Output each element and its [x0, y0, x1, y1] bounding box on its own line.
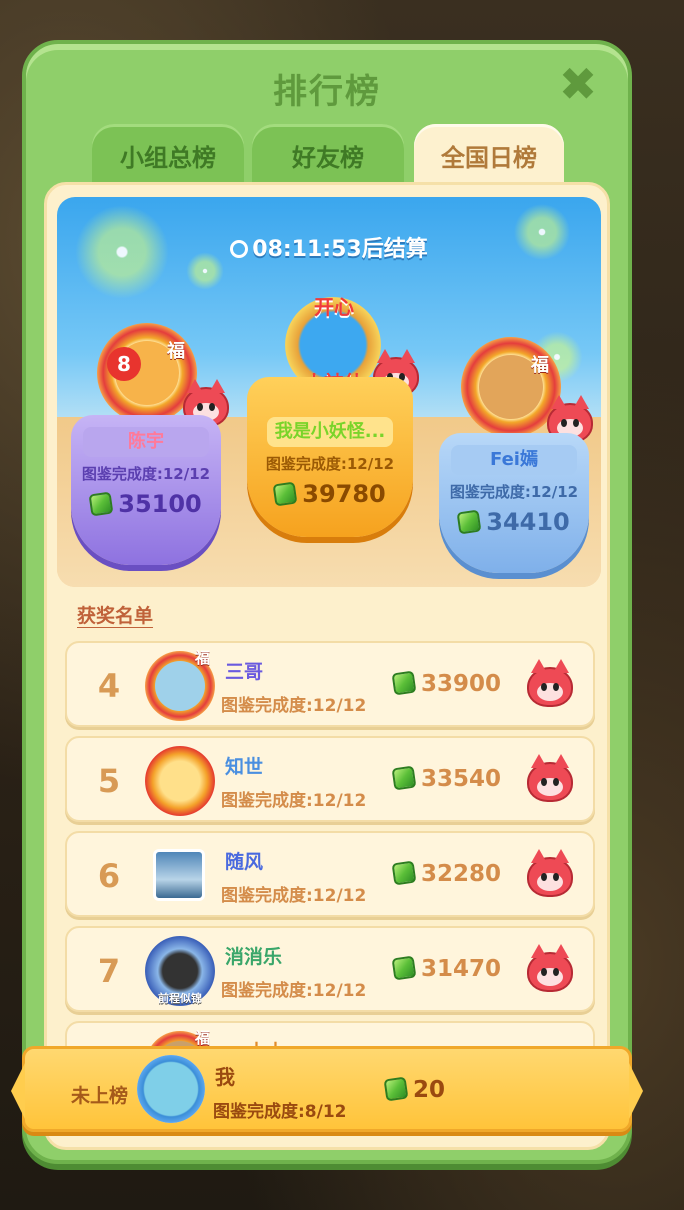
gem-icon — [383, 1076, 409, 1102]
my-score: 20 — [383, 1076, 445, 1103]
my-rank-bar[interactable]: 未上榜 我 图鉴完成度:8/12 20 — [11, 1046, 643, 1132]
countdown-suffix: 后结算 — [361, 237, 428, 262]
list-item[interactable]: 5 知世 图鉴完成度:12/12 33540 — [65, 736, 595, 822]
leaderboard-content: 08:11:53后结算 8 福 开心 小神仙 福 陈宇 图鉴完成度:12/12 — [44, 182, 610, 1150]
podium-name: Fei嫣 — [451, 445, 577, 475]
my-completion: 图鉴完成度:8/12 — [213, 1102, 347, 1122]
top-three-stage: 08:11:53后结算 8 福 开心 小神仙 福 陈宇 图鉴完成度:12/12 — [57, 197, 601, 587]
podium-name: 陈宇 — [83, 427, 209, 457]
player-completion: 图鉴完成度:12/12 — [221, 696, 367, 716]
tab-friends[interactable]: 好友榜 — [252, 124, 404, 188]
clock-icon — [230, 240, 249, 258]
fu-label: 福 — [531, 355, 549, 376]
level-badge: 8 — [107, 347, 141, 381]
podium-name: 我是小妖怪... — [267, 417, 393, 447]
fox-icon[interactable] — [527, 849, 573, 897]
panel-title: 排行榜 — [273, 72, 381, 112]
my-name: 我 — [215, 1065, 235, 1089]
avatar[interactable] — [153, 849, 205, 901]
fox-icon[interactable] — [527, 754, 573, 802]
winners-list-title: 获奖名单 — [77, 605, 154, 627]
player-score: 33900 — [391, 670, 501, 697]
player-name: 三哥 — [225, 661, 264, 683]
player-name: 随风 — [225, 851, 264, 873]
podium-completion: 图鉴完成度:12/12 — [265, 455, 395, 473]
player-completion: 图鉴完成度:12/12 — [221, 886, 367, 906]
gem-icon — [391, 860, 417, 886]
rank-number: 4 — [97, 667, 121, 705]
fox-icon[interactable] — [527, 659, 573, 707]
gem-icon — [391, 765, 417, 791]
gem-icon — [391, 955, 417, 981]
fu-label: 福 — [195, 1029, 211, 1047]
badge-top-text: 开心 — [314, 295, 354, 319]
gem-icon — [391, 670, 417, 696]
leaderboard-panel: 排行榜 ✖ 小组总榜 好友榜 全国日榜 08:11:53后结算 8 福 开心 小… — [22, 40, 632, 1164]
gem-icon — [88, 491, 114, 517]
rank-number: 5 — [97, 762, 121, 800]
rank-number: 7 — [97, 952, 121, 990]
gem-icon — [456, 509, 482, 535]
rank-number: 6 — [97, 857, 121, 895]
countdown: 08:11:53后结算 — [57, 231, 601, 263]
podium-score: 34410 — [439, 508, 589, 536]
player-score: 33540 — [391, 765, 501, 792]
podium-completion: 图鉴完成度:12/12 — [81, 465, 211, 483]
avatar[interactable] — [145, 746, 215, 816]
tab-group-total[interactable]: 小组总榜 — [92, 124, 244, 188]
my-avatar[interactable] — [137, 1055, 205, 1123]
list-item[interactable]: 6 随风 图鉴完成度:12/12 32280 — [65, 831, 595, 917]
gem-icon — [272, 481, 298, 507]
player-completion: 图鉴完成度:12/12 — [221, 791, 367, 811]
countdown-time: 08:11:53 — [252, 237, 362, 262]
fu-label: 福 — [195, 649, 211, 667]
podium-rank-3: Fei嫣 图鉴完成度:12/12 34410 — [439, 433, 589, 573]
my-rank-status: 未上榜 — [71, 1085, 129, 1107]
list-item[interactable]: 4 福 三哥 图鉴完成度:12/12 33900 — [65, 641, 595, 727]
player-score: 32280 — [391, 860, 501, 887]
player-completion: 图鉴完成度:12/12 — [221, 981, 367, 1001]
podium-score: 35100 — [71, 490, 221, 518]
tab-national-daily[interactable]: 全国日榜 — [414, 124, 564, 188]
fox-icon[interactable] — [527, 944, 573, 992]
player-name: 知世 — [225, 756, 264, 778]
podium-rank-2: 陈宇 图鉴完成度:12/12 35100 — [71, 415, 221, 565]
close-icon[interactable]: ✖ — [556, 61, 600, 107]
podium-score: 39780 — [247, 480, 413, 508]
podium-rank-1: 我是小妖怪... 图鉴完成度:12/12 39780 — [247, 377, 413, 537]
list-item[interactable]: 7 前程似锦 消消乐 图鉴完成度:12/12 31470 — [65, 926, 595, 1012]
avatar-caption: 前程似锦 — [158, 992, 202, 1005]
player-score: 31470 — [391, 955, 501, 982]
podium-completion: 图鉴完成度:12/12 — [449, 483, 579, 501]
player-name: 消消乐 — [225, 946, 283, 968]
fu-label: 福 — [167, 341, 185, 362]
ranking-list: 4 福 三哥 图鉴完成度:12/12 33900 5 知世 图鉴完成度:12/1… — [65, 641, 595, 1116]
